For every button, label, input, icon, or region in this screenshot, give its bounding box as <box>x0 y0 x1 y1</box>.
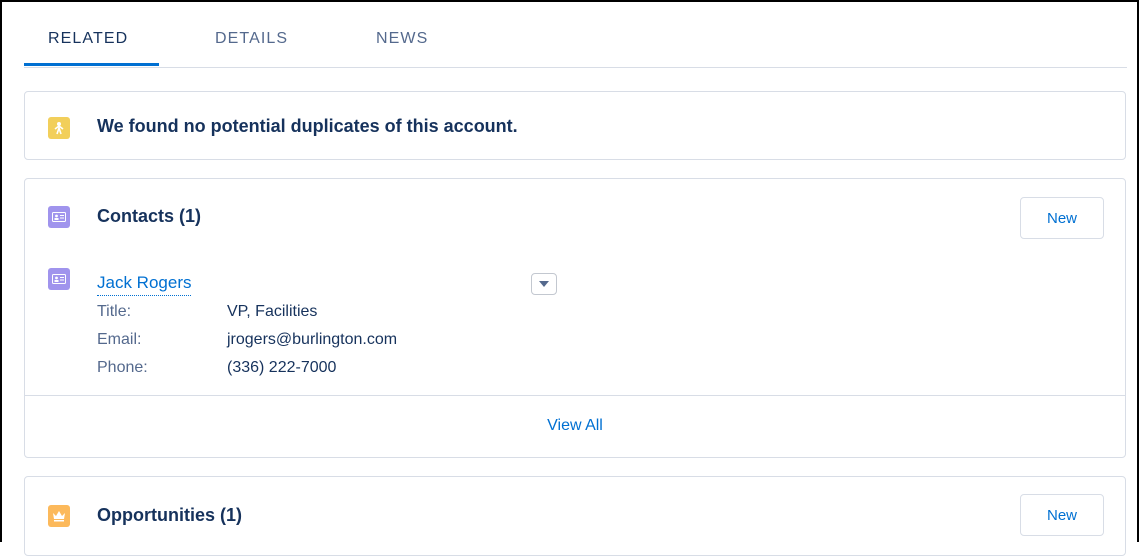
tab-news[interactable]: NEWS <box>376 30 428 48</box>
crown-icon <box>48 505 70 527</box>
contacts-card: Contacts (1) New Jack Rogers Title: VP, … <box>24 178 1126 458</box>
new-contact-button[interactable]: New <box>1020 197 1104 239</box>
tab-related[interactable]: RELATED <box>48 30 128 48</box>
contact-card-icon <box>48 206 70 228</box>
contact-phone-label: Phone: <box>97 359 148 376</box>
card-footer-divider <box>25 395 1125 396</box>
opportunities-card: Opportunities (1) New <box>24 476 1126 556</box>
active-tab-indicator <box>24 63 159 66</box>
tab-bar: RELATED DETAILS NEWS <box>24 2 1127 68</box>
contact-phone-value: (336) 222-7000 <box>227 359 337 376</box>
new-opportunity-button[interactable]: New <box>1020 494 1104 536</box>
contact-email-label: Email: <box>97 331 142 348</box>
duplicates-message: We found no potential duplicates of this… <box>97 116 518 136</box>
contact-row-menu-button[interactable] <box>531 273 557 295</box>
duplicates-card: We found no potential duplicates of this… <box>24 91 1126 160</box>
contact-title-label: Title: <box>97 303 132 320</box>
contact-card-icon <box>48 268 70 290</box>
tab-details[interactable]: DETAILS <box>215 30 288 48</box>
contacts-title: Contacts (1) <box>97 206 202 226</box>
chevron-down-icon <box>539 281 549 287</box>
duplicate-person-icon <box>48 117 70 139</box>
contact-email-value: jrogers@burlington.com <box>227 331 398 348</box>
view-all-contacts-link[interactable]: View All <box>25 417 1125 435</box>
contact-name-link[interactable]: Jack Rogers <box>97 273 192 296</box>
opportunities-title: Opportunities (1) <box>97 505 242 525</box>
contact-title-value: VP, Facilities <box>227 303 318 320</box>
